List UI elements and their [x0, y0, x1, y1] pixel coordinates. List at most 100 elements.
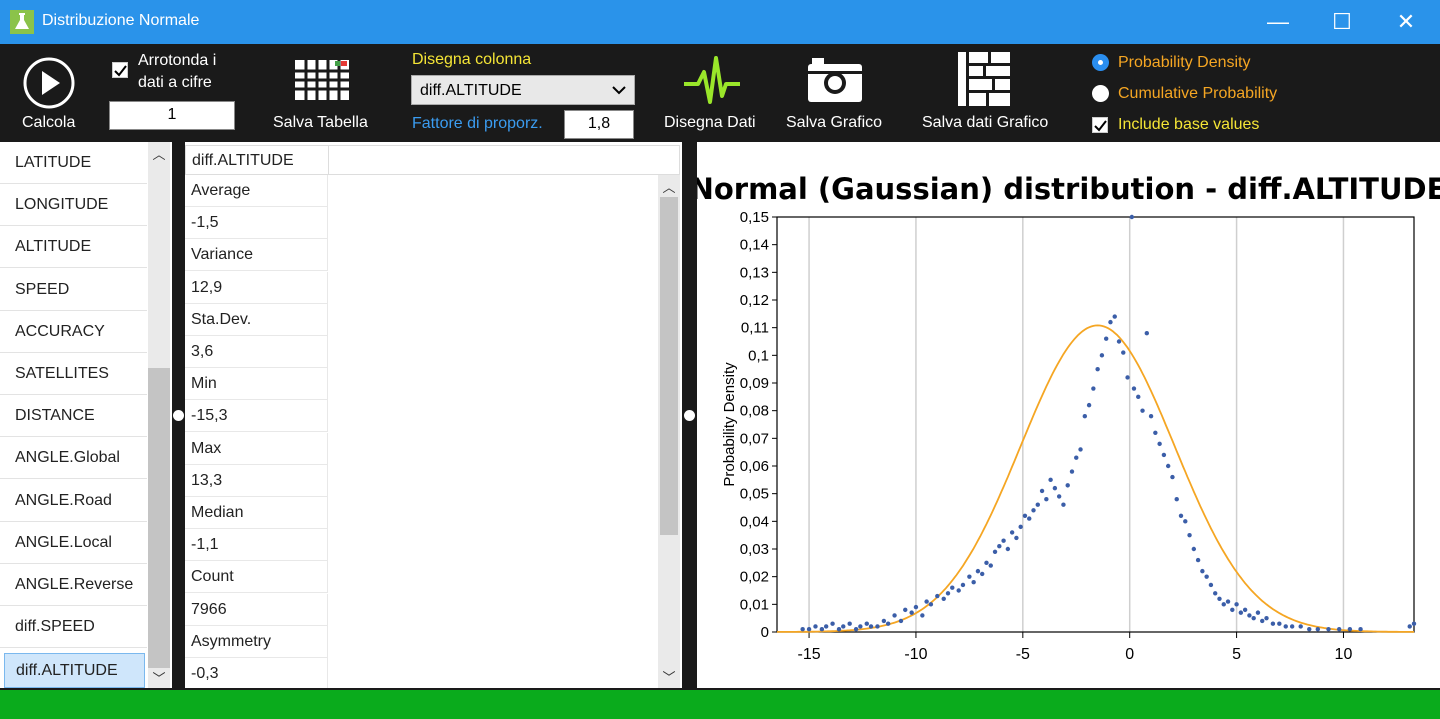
- x-tick-label: -10: [904, 646, 927, 663]
- data-point: [1213, 591, 1218, 596]
- flask-icon: [10, 10, 34, 34]
- stats-scrollbar-thumb[interactable]: [660, 197, 678, 535]
- data-point: [1230, 607, 1235, 613]
- data-point: [1116, 339, 1122, 344]
- column-list-item[interactable]: ALTITUDE: [0, 226, 147, 269]
- data-point: [1061, 502, 1066, 507]
- salva-tabella-label: Salva Tabella: [273, 114, 368, 131]
- data-point: [1225, 599, 1231, 604]
- data-point: [892, 613, 897, 618]
- data-point: [830, 621, 835, 626]
- data-point: [1022, 513, 1028, 518]
- data-point: [1027, 516, 1032, 521]
- data-point: [1264, 615, 1269, 621]
- data-point: [1289, 624, 1295, 629]
- x-tick-label: -15: [798, 646, 821, 663]
- column-list-item[interactable]: ANGLE.Road: [0, 480, 147, 522]
- stats-row: -0,3: [185, 658, 328, 690]
- data-point: [913, 604, 919, 610]
- maximize-button[interactable]: ☐: [1314, 0, 1370, 44]
- column-list-item[interactable]: DISTANCE: [0, 395, 147, 438]
- column-list-item[interactable]: ANGLE.Global: [0, 437, 147, 480]
- stats-row: Asymmetry: [185, 625, 328, 658]
- data-point: [836, 627, 842, 632]
- chart-title: Normal (Gaussian) distribution - diff.AL…: [697, 172, 1440, 206]
- x-tick-label: 5: [1232, 646, 1241, 663]
- scroll-up-icon[interactable]: ︿: [659, 177, 679, 196]
- data-point: [858, 624, 863, 629]
- toolbar: Calcola Arrotonda i dati a cifre 1 Salva…: [0, 44, 1440, 142]
- stats-row: Count: [185, 561, 328, 594]
- y-tick-label: 0,14: [740, 237, 769, 254]
- column-list-scrollbar[interactable]: ︿ ﹀: [148, 142, 170, 688]
- stats-row: Max: [185, 432, 328, 465]
- data-point: [1125, 375, 1130, 380]
- data-point: [1121, 350, 1126, 355]
- data-point: [1251, 615, 1256, 621]
- data-point: [1161, 452, 1167, 458]
- column-list-item[interactable]: SPEED: [0, 269, 147, 311]
- column-list-item[interactable]: LATITUDE: [0, 142, 147, 184]
- data-point: [1195, 557, 1201, 563]
- stats-row: -15,3: [185, 400, 328, 433]
- column-list-item[interactable]: ANGLE.Reverse: [0, 564, 147, 606]
- data-point: [806, 627, 812, 632]
- column-select[interactable]: diff.ALTITUDE: [411, 75, 635, 105]
- data-point: [1103, 336, 1109, 341]
- status-bar: [0, 688, 1440, 719]
- splitter-right[interactable]: [682, 142, 697, 688]
- data-point: [800, 627, 805, 632]
- data-point: [1069, 469, 1075, 474]
- data-point: [1108, 319, 1113, 325]
- column-list-item[interactable]: ANGLE.Local: [0, 522, 147, 564]
- plot-area: [776, 216, 1415, 633]
- data-point: [1140, 408, 1145, 413]
- calcola-button[interactable]: [22, 56, 77, 111]
- minimize-button[interactable]: —: [1250, 0, 1306, 44]
- splitter-left[interactable]: [172, 142, 185, 688]
- data-point: [950, 585, 955, 590]
- column-list-item[interactable]: SATELLITES: [0, 353, 147, 395]
- data-point: [1270, 621, 1276, 626]
- data-point: [1065, 483, 1070, 488]
- scroll-up-icon[interactable]: ︿: [149, 144, 169, 163]
- arrotonda-checkbox[interactable]: [112, 62, 128, 78]
- column-list-item[interactable]: diff.SPEED: [0, 606, 147, 649]
- data-point: [903, 607, 908, 613]
- data-point: [868, 624, 874, 629]
- data-point: [988, 563, 993, 568]
- salva-dati-grafico-button[interactable]: [958, 52, 1010, 106]
- data-point: [997, 544, 1002, 549]
- data-point: [1129, 214, 1135, 220]
- data-point: [1298, 624, 1303, 629]
- include-base-checkbox[interactable]: [1092, 117, 1108, 133]
- salva-tabella-button[interactable]: [295, 58, 349, 102]
- stats-row: 7966: [185, 593, 328, 626]
- close-button[interactable]: ✕: [1378, 0, 1434, 44]
- column-list-item[interactable]: ACCURACY: [0, 311, 147, 353]
- column-list-item[interactable]: diff.ALTITUDE: [4, 653, 145, 689]
- data-point: [1221, 602, 1226, 607]
- scroll-down-icon[interactable]: ﹀: [149, 668, 169, 687]
- column-list-scrollbar-thumb[interactable]: [148, 368, 170, 668]
- column-list-item[interactable]: LONGITUDE: [0, 184, 147, 227]
- data-point: [1078, 447, 1083, 452]
- data-point: [1234, 602, 1239, 607]
- data-point: [898, 618, 904, 624]
- digits-input[interactable]: 1: [109, 101, 235, 130]
- fattore-input[interactable]: 1,8: [564, 110, 634, 139]
- probability-density-radio[interactable]: [1092, 54, 1109, 71]
- stats-scrollbar[interactable]: ︿ ﹀: [658, 175, 680, 688]
- data-point: [875, 624, 880, 629]
- data-point: [1260, 618, 1265, 624]
- salva-grafico-button[interactable]: [808, 58, 862, 102]
- y-tick-label: 0,13: [740, 264, 769, 281]
- stats-row: Min: [185, 368, 328, 401]
- calcola-label: Calcola: [22, 114, 76, 131]
- disegna-dati-button[interactable]: [684, 52, 740, 112]
- scroll-down-icon[interactable]: ﹀: [659, 667, 679, 686]
- cumulative-probability-radio[interactable]: [1092, 85, 1109, 102]
- data-point: [935, 593, 940, 599]
- data-point: [1112, 314, 1117, 319]
- data-point: [1005, 546, 1011, 552]
